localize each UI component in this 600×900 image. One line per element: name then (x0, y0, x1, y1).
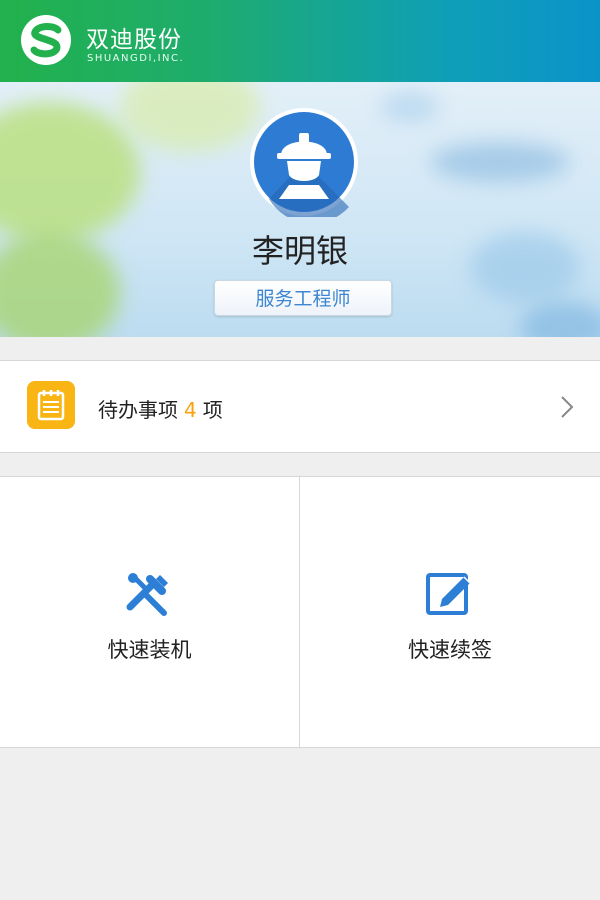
role-badge: 服务工程师 (214, 280, 392, 316)
user-name: 李明银 (251, 232, 348, 270)
quick-install-button[interactable]: 快速装机 (0, 477, 300, 747)
quick-install-label: 快速装机 (107, 638, 192, 662)
quick-actions-grid: 快速装机 快速续签 (0, 476, 600, 748)
quick-renew-button[interactable]: 快速续签 (300, 477, 600, 747)
chevron-right-icon (561, 396, 574, 418)
shuangdi-logo-icon (21, 15, 71, 65)
todo-count: 4 (184, 398, 197, 422)
todo-unit: 项 (202, 398, 223, 422)
todo-label-group: 待办事项 4 项 (98, 394, 223, 423)
edit-pencil-icon (426, 573, 471, 615)
todo-row[interactable]: 待办事项 4 项 (0, 360, 600, 453)
calendar-notepad-icon (27, 381, 75, 429)
engineer-avatar-icon (250, 108, 358, 217)
brand-name: 双迪股份 (86, 27, 182, 53)
quick-renew-label: 快速续签 (408, 638, 492, 662)
todo-label: 待办事项 (98, 398, 178, 422)
brand-subtitle: SHUANGDI,INC. (87, 53, 185, 64)
app-header: 双迪股份 SHUANGDI,INC. (0, 0, 600, 82)
tools-wrench-hammer-icon (126, 573, 168, 616)
